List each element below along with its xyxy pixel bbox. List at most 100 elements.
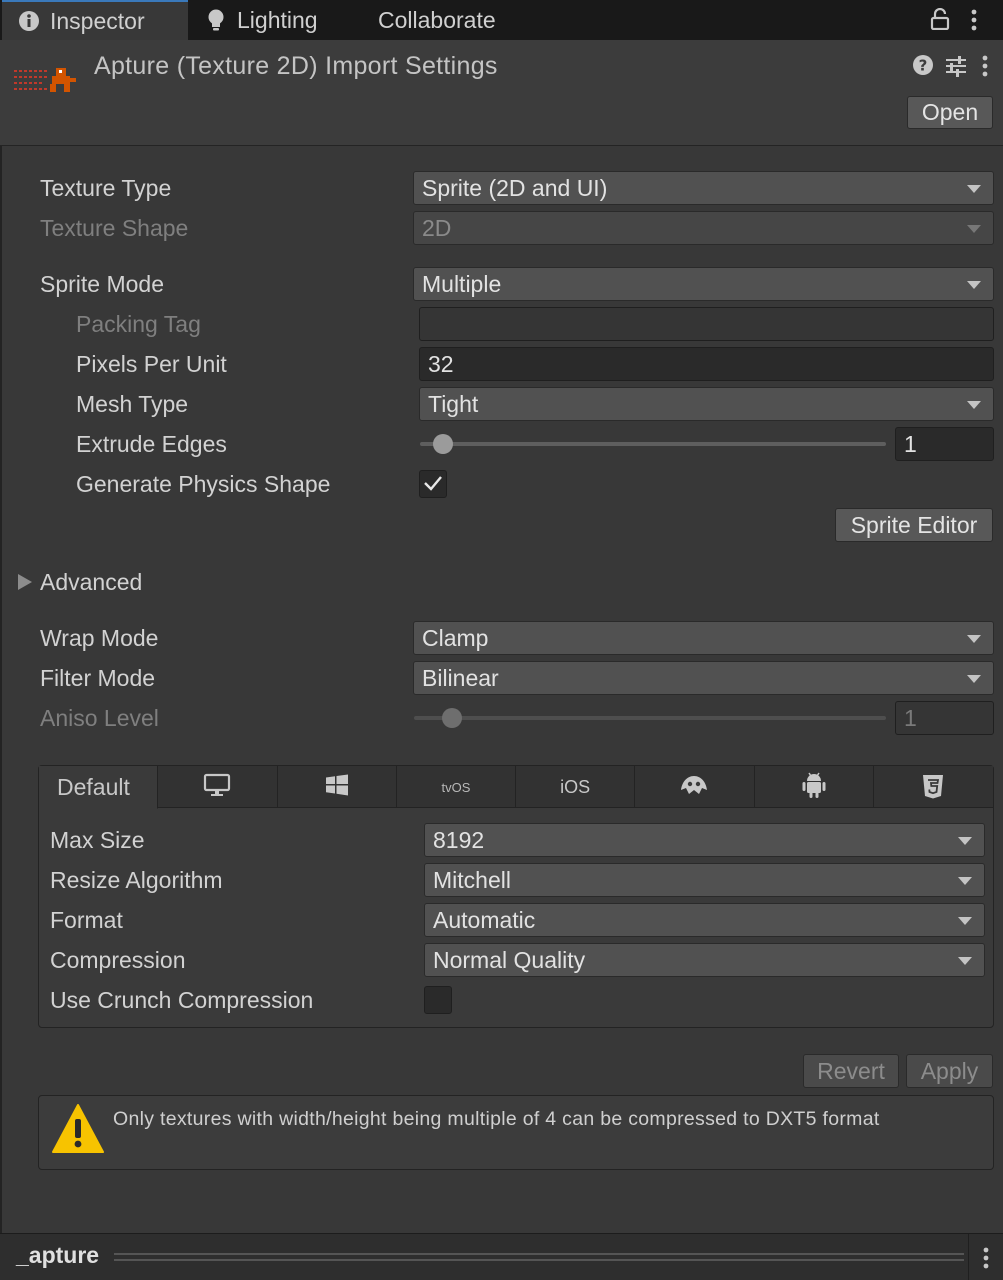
help-icon[interactable]: ? [912,54,934,82]
tab-inspector-label: Inspector [50,7,145,34]
chevron-down-icon [958,837,972,845]
warning-helpbox: Only textures with width/height being mu… [38,1095,994,1170]
pixels-per-unit-field[interactable]: 32 [419,347,994,381]
chevron-down-icon [967,401,981,409]
packing-tag-label: Packing Tag [76,311,201,337]
chevron-down-icon [967,225,981,233]
resize-algorithm-dropdown[interactable]: Mitchell [424,863,985,897]
max-size-dropdown[interactable]: 8192 [424,823,985,857]
resize-algorithm-value: Mitchell [433,866,511,893]
max-size-value: 8192 [433,826,485,853]
texture-shape-value: 2D [422,214,452,241]
mesh-type-dropdown[interactable]: Tight [419,387,994,421]
more-options-icon[interactable] [967,8,981,38]
chevron-down-icon [967,675,981,683]
packing-tag-field [419,307,994,341]
tab-inspector[interactable]: Inspector [2,0,188,40]
warning-text: Only textures with width/height being mu… [113,1108,880,1130]
warning-icon [51,1102,105,1162]
wrap-mode-label: Wrap Mode [40,625,159,651]
max-size-label: Max Size [50,827,145,853]
sprite-thumbnail-icon [14,62,78,98]
aniso-level-slider-thumb [442,708,462,728]
pixels-per-unit-label: Pixels Per Unit [76,351,227,377]
use-crunch-label: Use Crunch Compression [50,987,314,1013]
chevron-down-icon [967,281,981,289]
platform-tab-default[interactable]: Default [39,766,159,809]
platform-tab-html5[interactable] [874,766,993,808]
chevron-down-icon [967,635,981,643]
texture-type-value: Sprite (2D and UI) [422,174,608,201]
inspector-header: Apture (Texture 2D) Import Settings ? Op… [0,40,1003,146]
open-button[interactable]: Open [907,96,993,129]
chevron-down-icon [958,877,972,885]
extrude-edges-slider-track[interactable] [420,442,886,446]
texture-type-label: Texture Type [40,175,172,201]
generate-physics-shape-checkbox[interactable] [419,470,447,498]
monitor-icon [203,773,231,802]
platform-settings-panel: Default tvOS iOS Max Size 8192 Resize Al… [38,765,994,1028]
panel-edge [0,40,2,1233]
footer-divider [968,1234,969,1280]
revert-button[interactable]: Revert [803,1054,899,1088]
extrude-edges-field[interactable]: 1 [895,427,994,461]
aniso-level-field: 1 [895,701,994,735]
chevron-down-icon [967,185,981,193]
tab-lighting[interactable]: Lighting [205,0,318,40]
wrap-mode-value: Clamp [422,624,489,651]
presets-icon[interactable] [944,54,968,84]
filter-mode-dropdown[interactable]: Bilinear [413,661,994,695]
resize-algorithm-label: Resize Algorithm [50,867,223,893]
preview-footer: _apture [0,1233,1003,1280]
platform-tab-standalone[interactable] [158,766,278,808]
windows-store-icon [325,774,349,801]
texture-shape-dropdown: 2D [413,211,994,245]
advanced-foldout[interactable]: Advanced [40,569,142,596]
compression-value: Normal Quality [433,946,586,973]
extrude-edges-label: Extrude Edges [76,431,227,457]
platform-tab-ios-label: iOS [560,776,591,797]
apply-button[interactable]: Apply [906,1054,993,1088]
platform-tab-tvos[interactable]: tvOS [397,766,517,808]
preview-drag-handle[interactable] [114,1253,964,1255]
info-icon [18,10,40,32]
platform-tab-ios[interactable]: iOS [516,766,636,808]
texture-shape-label: Texture Shape [40,215,189,241]
html5-icon [922,771,944,804]
header-more-icon[interactable] [978,54,992,84]
extrude-edges-slider-thumb[interactable] [433,434,453,454]
webgl-icon [679,774,709,801]
sprite-mode-label: Sprite Mode [40,271,165,297]
mesh-type-label: Mesh Type [76,391,189,417]
lock-icon[interactable] [930,7,950,36]
svg-text:?: ? [919,57,928,75]
filter-mode-label: Filter Mode [40,665,156,691]
chevron-down-icon [958,917,972,925]
texture-type-dropdown[interactable]: Sprite (2D and UI) [413,171,994,205]
compression-label: Compression [50,947,186,973]
compression-dropdown[interactable]: Normal Quality [424,943,985,977]
foldout-arrow-icon[interactable] [18,574,32,590]
platform-tab-windows-store[interactable] [278,766,397,808]
aniso-level-slider-track [414,716,886,720]
use-crunch-checkbox[interactable] [424,986,452,1014]
platform-tab-webgl[interactable] [635,766,755,808]
preview-more-icon[interactable] [979,1246,993,1276]
lightbulb-icon [205,8,227,32]
tab-collaborate[interactable]: Collaborate [378,0,496,40]
checkmark-icon [423,471,443,498]
chevron-down-icon [958,957,972,965]
platform-tab-tvos-label: tvOS [441,779,471,795]
wrap-mode-dropdown[interactable]: Clamp [413,621,994,655]
filter-mode-value: Bilinear [422,664,499,691]
preview-drag-handle-2[interactable] [114,1259,964,1261]
android-icon [801,771,827,804]
sprite-editor-button[interactable]: Sprite Editor [835,508,993,542]
sprite-mode-value: Multiple [422,270,502,297]
platform-tab-android[interactable] [755,766,874,808]
sprite-mode-dropdown[interactable]: Multiple [413,267,994,301]
mesh-type-value: Tight [428,390,479,417]
inspector-title: Apture (Texture 2D) Import Settings [94,52,498,80]
format-dropdown[interactable]: Automatic [424,903,985,937]
platform-tab-default-label: Default [57,773,130,800]
